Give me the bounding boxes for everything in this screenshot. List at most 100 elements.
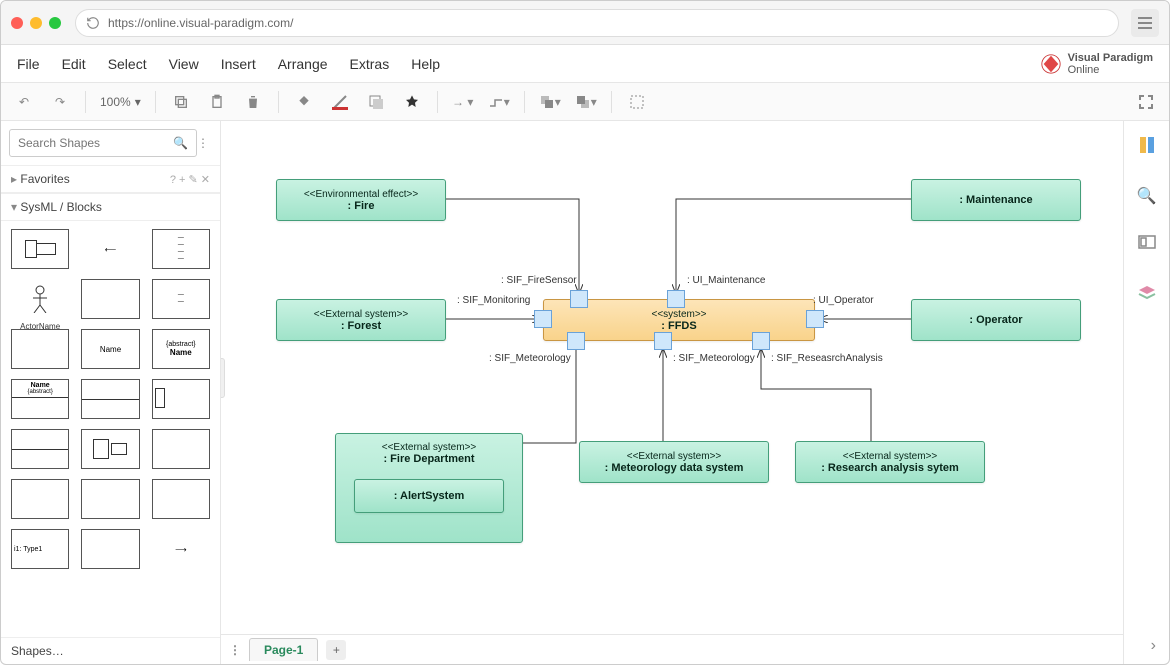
palette-shape[interactable]: [152, 379, 210, 419]
port-label: : UI_Maintenance: [687, 275, 765, 286]
menu-file[interactable]: File: [17, 56, 40, 72]
port-label: : SIF_Meteorology: [489, 353, 571, 364]
block-meteorology[interactable]: <<External system>> : Meteorology data s…: [579, 441, 769, 483]
style-button[interactable]: [401, 91, 423, 113]
block-maintenance[interactable]: : Maintenance: [911, 179, 1081, 221]
menu-help[interactable]: Help: [411, 56, 440, 72]
tabbar-menu-button[interactable]: ⋮: [229, 643, 241, 657]
redo-button[interactable]: ↷: [49, 91, 71, 113]
page-tabs: ⋮ Page-1 +: [221, 634, 1123, 664]
menu-insert[interactable]: Insert: [221, 56, 256, 72]
palette-shape[interactable]: i1: Type1: [11, 529, 69, 569]
search-panel-button[interactable]: 🔍: [1137, 186, 1157, 206]
port[interactable]: [752, 332, 770, 350]
format-panel-button[interactable]: [1137, 135, 1157, 160]
body: 🔍 ⋮ ▸ Favorites ? + ✎ ✕ ▾ SysML / Blocks…: [1, 121, 1169, 664]
browser-menu-button[interactable]: [1131, 9, 1159, 37]
palette-shape[interactable]: [152, 479, 210, 519]
zoom-dropdown[interactable]: 100%▾: [100, 95, 141, 109]
to-back-button[interactable]: ▾: [575, 91, 597, 113]
blocks-section-header[interactable]: ▾ SysML / Blocks: [1, 193, 220, 221]
fullscreen-button[interactable]: [1135, 91, 1157, 113]
palette-shape[interactable]: [152, 429, 210, 469]
shadow-button[interactable]: [365, 91, 387, 113]
block-operator[interactable]: : Operator: [911, 299, 1081, 341]
delete-button[interactable]: [242, 91, 264, 113]
menubar: File Edit Select View Insert Arrange Ext…: [1, 45, 1169, 83]
palette-shape[interactable]: [81, 379, 139, 419]
collapse-right-sidebar-button[interactable]: ›: [1151, 637, 1156, 655]
layers-panel-button[interactable]: [1137, 283, 1157, 308]
palette-shape[interactable]: {abstract}Name: [152, 329, 210, 369]
palette-shape[interactable]: [11, 229, 69, 269]
port[interactable]: [534, 310, 552, 328]
block-fire-department[interactable]: <<External system>> : Fire Department : …: [335, 433, 523, 543]
palette-shape[interactable]: ——: [152, 279, 210, 319]
menu-extras[interactable]: Extras: [350, 56, 390, 72]
palette-shape[interactable]: [81, 529, 139, 569]
waypoint-button[interactable]: ▾: [488, 91, 510, 113]
sidebar-more-button[interactable]: ⋮: [194, 136, 212, 150]
chevron-down-icon: ▾: [135, 95, 141, 109]
menu-arrange[interactable]: Arrange: [278, 56, 328, 72]
selection-tool-button[interactable]: [626, 91, 648, 113]
palette-shape[interactable]: ⟵: [81, 229, 139, 269]
app-window: https://online.visual-paradigm.com/ File…: [0, 0, 1170, 665]
close-window-button[interactable]: [11, 17, 23, 29]
palette-shape[interactable]: ActorName: [11, 279, 69, 319]
port[interactable]: [667, 290, 685, 308]
port-label: : SIF_Monitoring: [457, 295, 530, 306]
palette-shape[interactable]: [11, 329, 69, 369]
canvas-area: <<Environmental effect>> : Fire : Mainte…: [221, 121, 1123, 664]
address-bar[interactable]: https://online.visual-paradigm.com/: [75, 9, 1119, 37]
more-shapes-button[interactable]: Shapes…: [1, 637, 220, 664]
block-forest[interactable]: <<External system>> : Forest: [276, 299, 446, 341]
diagram-canvas[interactable]: <<Environmental effect>> : Fire : Mainte…: [221, 121, 1123, 634]
port-label: : SIF_Meteorology: [673, 353, 755, 364]
copy-button[interactable]: [170, 91, 192, 113]
toolbar: ↶ ↷ 100%▾ → ▾ ▾ ▾ ▾: [1, 83, 1169, 121]
favorites-section-header[interactable]: ▸ Favorites ? + ✎ ✕: [1, 165, 220, 193]
palette-shape[interactable]: Name: [81, 329, 139, 369]
minimize-window-button[interactable]: [30, 17, 42, 29]
window-controls: [11, 17, 61, 29]
menu-edit[interactable]: Edit: [62, 56, 86, 72]
add-page-button[interactable]: +: [326, 640, 346, 660]
port[interactable]: [806, 310, 824, 328]
palette-shape[interactable]: [11, 429, 69, 469]
port[interactable]: [570, 290, 588, 308]
left-sidebar: 🔍 ⋮ ▸ Favorites ? + ✎ ✕ ▾ SysML / Blocks…: [1, 121, 221, 664]
reload-icon: [86, 16, 100, 30]
port[interactable]: [654, 332, 672, 350]
block-research[interactable]: <<External system>> : Research analysis …: [795, 441, 985, 483]
menu-view[interactable]: View: [169, 56, 199, 72]
paste-button[interactable]: [206, 91, 228, 113]
right-sidebar: 🔍 ›: [1123, 121, 1169, 664]
palette-shape[interactable]: [81, 429, 139, 469]
undo-button[interactable]: ↶: [13, 91, 35, 113]
port-label: : SIF_FireSensor: [501, 275, 577, 286]
connection-arrow-button[interactable]: → ▾: [452, 91, 474, 113]
palette-shape[interactable]: [81, 479, 139, 519]
palette-shape[interactable]: [11, 479, 69, 519]
favorites-actions[interactable]: ? + ✎ ✕: [170, 173, 210, 186]
palette-shape[interactable]: ⟶: [152, 529, 210, 569]
port[interactable]: [567, 332, 585, 350]
palette-shape[interactable]: ————: [152, 229, 210, 269]
block-fire[interactable]: <<Environmental effect>> : Fire: [276, 179, 446, 221]
block-alert-system[interactable]: : AlertSystem: [354, 479, 504, 513]
palette-shape[interactable]: Name{abstract}: [11, 379, 69, 419]
search-shapes-input[interactable]: [9, 129, 197, 157]
menu-items: File Edit Select View Insert Arrange Ext…: [17, 56, 440, 72]
line-color-button[interactable]: [329, 91, 351, 113]
maximize-window-button[interactable]: [49, 17, 61, 29]
fill-color-button[interactable]: [293, 91, 315, 113]
sidebar-splitter[interactable]: [221, 358, 225, 398]
port-label: : SIF_ReseasrchAnalysis: [771, 353, 883, 364]
to-front-button[interactable]: ▾: [539, 91, 561, 113]
brand-logo: Visual ParadigmOnline: [1040, 52, 1153, 76]
page-tab[interactable]: Page-1: [249, 638, 318, 661]
outline-panel-button[interactable]: [1137, 232, 1157, 257]
menu-select[interactable]: Select: [108, 56, 147, 72]
palette-shape[interactable]: [81, 279, 139, 319]
